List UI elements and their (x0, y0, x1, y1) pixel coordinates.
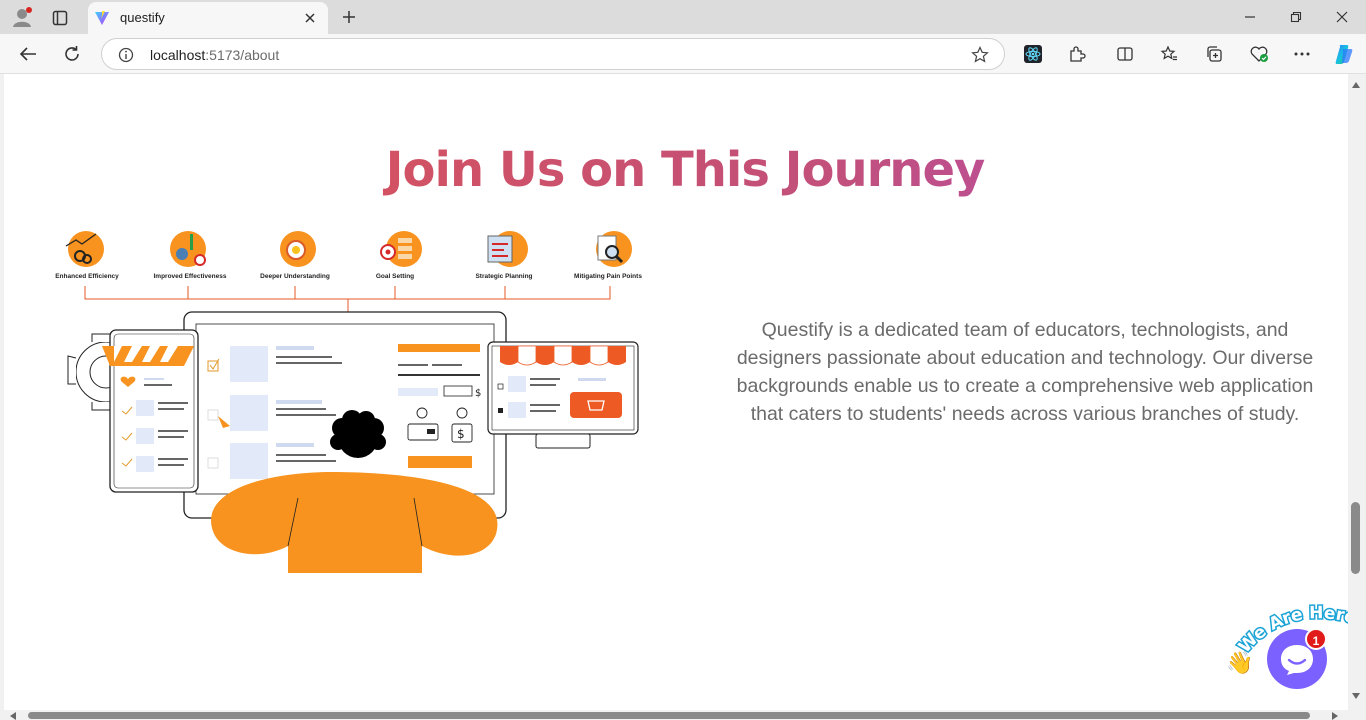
waving-hand-icon: 👋 (1226, 650, 1253, 674)
favorites-icon[interactable] (1158, 43, 1180, 65)
collections-icon[interactable] (1203, 43, 1225, 65)
reload-icon[interactable] (60, 43, 84, 65)
close-tab-icon[interactable] (302, 10, 318, 26)
feature-label-6: Mitigating Pain Points (574, 273, 642, 280)
vertical-scrollbar[interactable] (1348, 74, 1366, 710)
browser-essentials-icon[interactable] (1247, 43, 1271, 65)
feature-label-3: Deeper Understanding (260, 273, 330, 280)
vertical-scroll-thumb[interactable] (1351, 502, 1360, 574)
browser-tab-bar: questify (0, 0, 1366, 34)
url-text: localhost:5173/about (150, 47, 280, 63)
tab-title: questify (120, 10, 165, 25)
feature-labels: Enhanced Efficiency Improved Effectivene… (55, 273, 642, 280)
favorite-star-icon[interactable] (970, 45, 990, 65)
split-screen-icon[interactable] (1114, 43, 1136, 65)
horizontal-scroll-thumb[interactable] (28, 712, 1310, 719)
feature-label-4: Goal Setting (376, 273, 414, 280)
react-devtools-icon[interactable] (1022, 43, 1044, 65)
back-icon[interactable] (16, 43, 40, 65)
journey-illustration: Enhanced Efficiency Improved Effectivene… (55, 231, 642, 573)
page-heading: Join Us on This Journey (4, 142, 1366, 198)
feature-icons (65, 231, 632, 267)
vite-logo-icon (94, 10, 110, 26)
feature-label-5: Strategic Planning (475, 273, 532, 280)
minimize-icon[interactable] (1240, 8, 1260, 26)
feature-label-2: Improved Effectiveness (154, 273, 227, 280)
store-screen (487, 341, 639, 449)
about-description: Questify is a dedicated team of educator… (736, 319, 1314, 425)
svg-text:$: $ (475, 388, 481, 399)
close-window-icon[interactable] (1332, 8, 1352, 26)
new-tab-icon[interactable] (338, 6, 360, 28)
chat-notification-badge: 1 (1305, 628, 1327, 650)
feature-label-1: Enhanced Efficiency (55, 273, 119, 280)
scroll-right-arrow-icon[interactable] (1330, 711, 1340, 720)
scroll-left-arrow-icon[interactable] (8, 711, 18, 720)
scroll-down-arrow-icon[interactable] (1350, 691, 1362, 701)
connector-lines (84, 286, 611, 312)
extensions-icon[interactable] (1066, 43, 1088, 65)
address-bar[interactable]: localhost:5173/about (101, 38, 1005, 70)
scroll-up-arrow-icon[interactable] (1350, 80, 1362, 90)
restore-icon[interactable] (1286, 8, 1306, 26)
page-viewport: Join Us on This Journey Enhanced Efficie… (0, 74, 1366, 720)
svg-text:$: $ (457, 427, 465, 441)
browser-toolbar: localhost:5173/about (0, 34, 1366, 74)
tablet-left (102, 329, 199, 493)
tab-questify[interactable]: questify (88, 2, 328, 34)
more-options-icon[interactable] (1291, 43, 1313, 65)
copilot-icon[interactable] (1332, 42, 1356, 66)
site-info-icon[interactable] (116, 45, 136, 65)
about-page: Join Us on This Journey Enhanced Efficie… (4, 74, 1359, 710)
tab-actions-icon[interactable] (48, 7, 72, 29)
profile-avatar-icon[interactable] (10, 5, 34, 29)
